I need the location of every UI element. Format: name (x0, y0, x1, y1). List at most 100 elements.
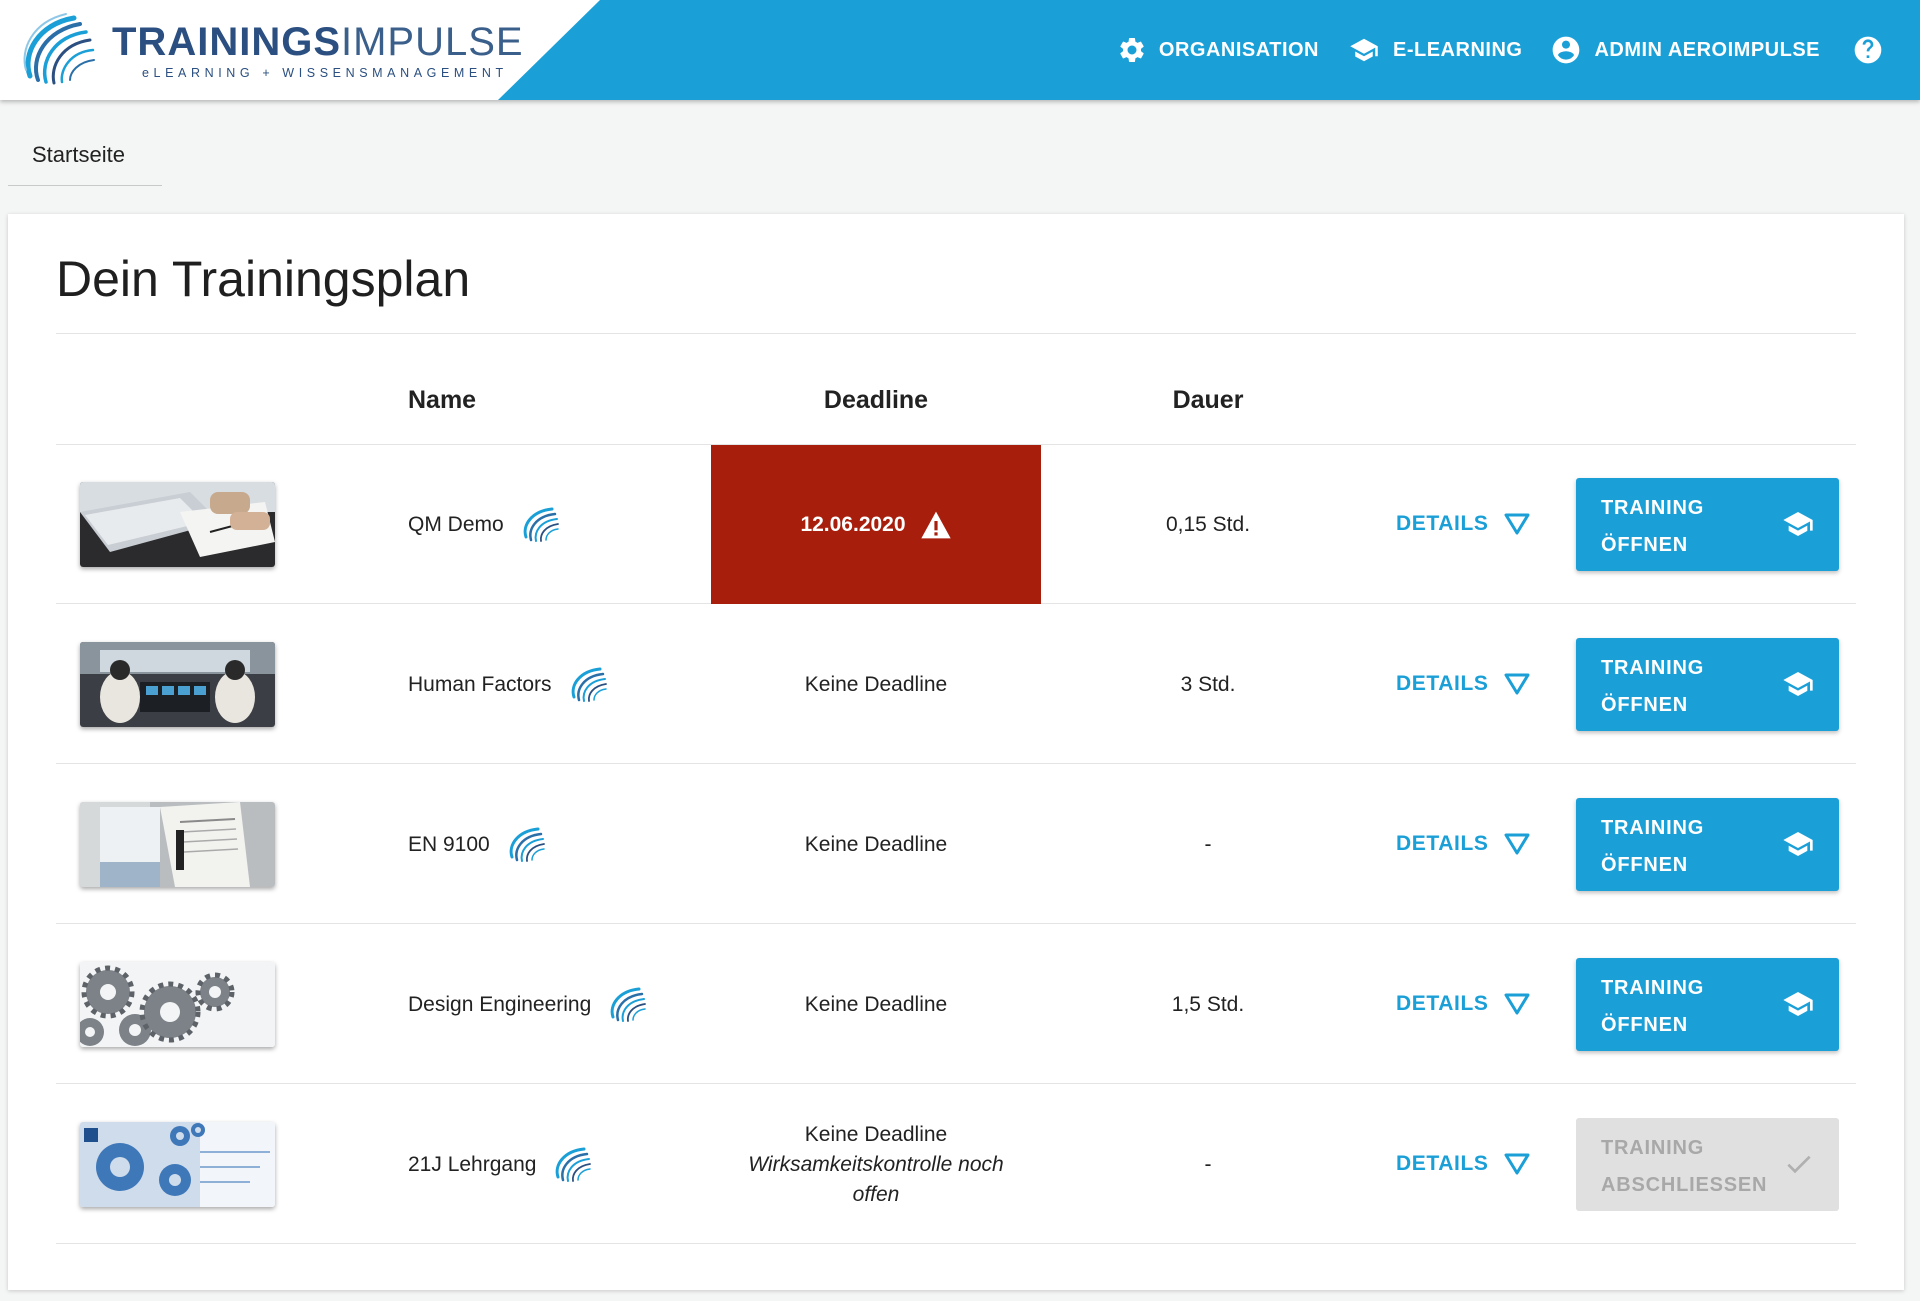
open-training-button[interactable]: TRAINING ÖFFNEN (1576, 798, 1839, 891)
graduation-cap-icon (1783, 512, 1813, 536)
open-training-button[interactable]: TRAINING ÖFFNEN (1576, 638, 1839, 731)
triangle-down-icon (1504, 1153, 1530, 1175)
page-title: Dein Trainingsplan (56, 251, 471, 307)
details-button[interactable]: DETAILS (1396, 823, 1530, 865)
nav-elearning-label: E-LEARNING (1393, 38, 1523, 61)
course-logo-icon (607, 985, 647, 1025)
open-training-label: TRAINING ÖFFNEN (1601, 490, 1771, 564)
open-training-label: TRAINING ÖFFNEN (1601, 810, 1771, 884)
deadline-cell: Keine Deadline (711, 605, 1041, 764)
breadcrumb: Startseite (8, 130, 162, 186)
course-name: 21J Lehrgang (408, 1085, 592, 1244)
button-label-line1: TRAINING (1601, 1137, 1705, 1159)
course-thumbnail (80, 1122, 275, 1207)
course-logo-icon (552, 1145, 592, 1185)
main-nav: ORGANISATION E-LEARNING ADMIN AEROIMPULS… (1117, 0, 1920, 100)
table-row: 21J Lehrgang Keine Deadline Wirksamkeits… (56, 1085, 1856, 1244)
button-label-line2: ÖFFNEN (1601, 1014, 1689, 1036)
nav-admin-user-label: ADMIN AEROIMPULSE (1594, 38, 1820, 61)
deadline-text: Keine Deadline (804, 992, 948, 1016)
top-bar: TRAININGSIMPULSE eLEARNING + WISSENSMANA… (0, 0, 1920, 100)
details-button[interactable]: DETAILS (1396, 983, 1530, 1025)
course-logo-icon (506, 825, 546, 865)
course-name-text: QM Demo (408, 512, 504, 536)
column-header-deadline: Deadline (823, 386, 929, 414)
help-button[interactable] (1852, 34, 1884, 66)
course-name: Human Factors (408, 605, 608, 764)
deadline-note: Wirksamkeitskontrolle noch offen (748, 1152, 1004, 1206)
button-label-line1: TRAINING (1601, 657, 1705, 679)
graduation-cap-icon (1783, 672, 1813, 696)
graduation-cap-icon (1350, 38, 1378, 62)
complete-training-label: TRAINING ABSCHLIESSEN (1601, 1130, 1771, 1204)
triangle-down-icon (1504, 993, 1530, 1015)
title-divider (56, 333, 1856, 334)
button-label-line2: ÖFFNEN (1601, 854, 1689, 876)
course-name: Design Engineering (408, 925, 647, 1084)
button-label-line2: ABSCHLIESSEN (1601, 1174, 1768, 1196)
logo-swirl-icon (23, 13, 95, 85)
logo-title-bold: TRAININGS (112, 20, 341, 64)
deadline-text: Keine Deadline (804, 832, 948, 856)
open-training-label: TRAINING ÖFFNEN (1601, 650, 1771, 724)
course-name-text: Human Factors (408, 672, 552, 696)
table-row: EN 9100 Keine Deadline - DETAILS TRAININ… (56, 765, 1856, 924)
graduation-cap-icon (1783, 992, 1813, 1016)
button-label-line2: ÖFFNEN (1601, 694, 1689, 716)
course-logo-icon (568, 665, 608, 705)
button-label-line2: ÖFFNEN (1601, 534, 1689, 556)
deadline-cell: Keine Deadline Wirksamkeitskontrolle noc… (711, 1085, 1041, 1244)
column-header-name: Name (408, 386, 477, 414)
course-thumbnail (80, 642, 275, 727)
nav-elearning[interactable]: E-LEARNING (1347, 35, 1522, 65)
breadcrumb-startseite[interactable]: Startseite (32, 142, 125, 168)
help-icon (1854, 36, 1882, 64)
open-training-button[interactable]: TRAINING ÖFFNEN (1576, 958, 1839, 1051)
button-label-line1: TRAINING (1601, 817, 1705, 839)
duration: - (1204, 832, 1212, 856)
table-row: QM Demo 12.06.2020 0,15 Std. DETAILS TRA… (56, 445, 1856, 604)
details-label: DETAILS (1396, 672, 1489, 695)
duration: - (1204, 1152, 1212, 1176)
gear-icon (1120, 37, 1144, 62)
logo-tagline: eLEARNING + WISSENSMANAGEMENT (142, 66, 508, 80)
duration: 0,15 Std. (1165, 512, 1251, 536)
open-training-button[interactable]: TRAINING ÖFFNEN (1576, 478, 1839, 571)
user-circle-icon (1553, 36, 1580, 64)
logo-title: TRAININGSIMPULSE (112, 22, 524, 62)
checkmark-icon (1787, 1155, 1811, 1174)
course-name-text: Design Engineering (408, 992, 592, 1016)
deadline-cell: Keine Deadline (711, 925, 1041, 1084)
deadline-overdue-cell: 12.06.2020 (711, 445, 1041, 604)
details-label: DETAILS (1396, 512, 1489, 535)
logo[interactable]: TRAININGSIMPULSE eLEARNING + WISSENSMANA… (0, 0, 600, 100)
details-button[interactable]: DETAILS (1396, 663, 1530, 705)
open-training-label: TRAINING ÖFFNEN (1601, 970, 1771, 1044)
details-button[interactable]: DETAILS (1396, 1143, 1530, 1185)
table-row: Human Factors Keine Deadline 3 Std. DETA… (56, 605, 1856, 764)
course-thumbnail (80, 802, 275, 887)
course-logo-icon (520, 505, 560, 545)
duration: 3 Std. (1180, 672, 1236, 696)
table-row: Design Engineering Keine Deadline 1,5 St… (56, 925, 1856, 1084)
triangle-down-icon (1504, 833, 1530, 855)
duration: 1,5 Std. (1171, 992, 1245, 1016)
details-label: DETAILS (1396, 992, 1489, 1015)
graduation-cap-icon (1783, 832, 1813, 856)
details-button[interactable]: DETAILS (1396, 503, 1530, 545)
course-name: QM Demo (408, 445, 560, 604)
course-name: EN 9100 (408, 765, 546, 924)
complete-training-button: TRAINING ABSCHLIESSEN (1576, 1118, 1839, 1211)
deadline-text: Keine Deadline (804, 1122, 948, 1146)
button-label-line1: TRAINING (1601, 977, 1705, 999)
nav-organisation[interactable]: ORGANISATION (1117, 35, 1319, 65)
details-label: DETAILS (1396, 1152, 1489, 1175)
details-label: DETAILS (1396, 832, 1489, 855)
triangle-down-icon (1504, 513, 1530, 535)
deadline-text: Keine Deadline (804, 672, 948, 696)
logo-title-light: IMPULSE (341, 20, 524, 64)
nav-admin-user[interactable]: ADMIN AEROIMPULSE (1550, 34, 1820, 66)
button-label-line1: TRAINING (1601, 497, 1705, 519)
deadline-cell: Keine Deadline (711, 765, 1041, 924)
course-name-text: EN 9100 (408, 832, 490, 856)
